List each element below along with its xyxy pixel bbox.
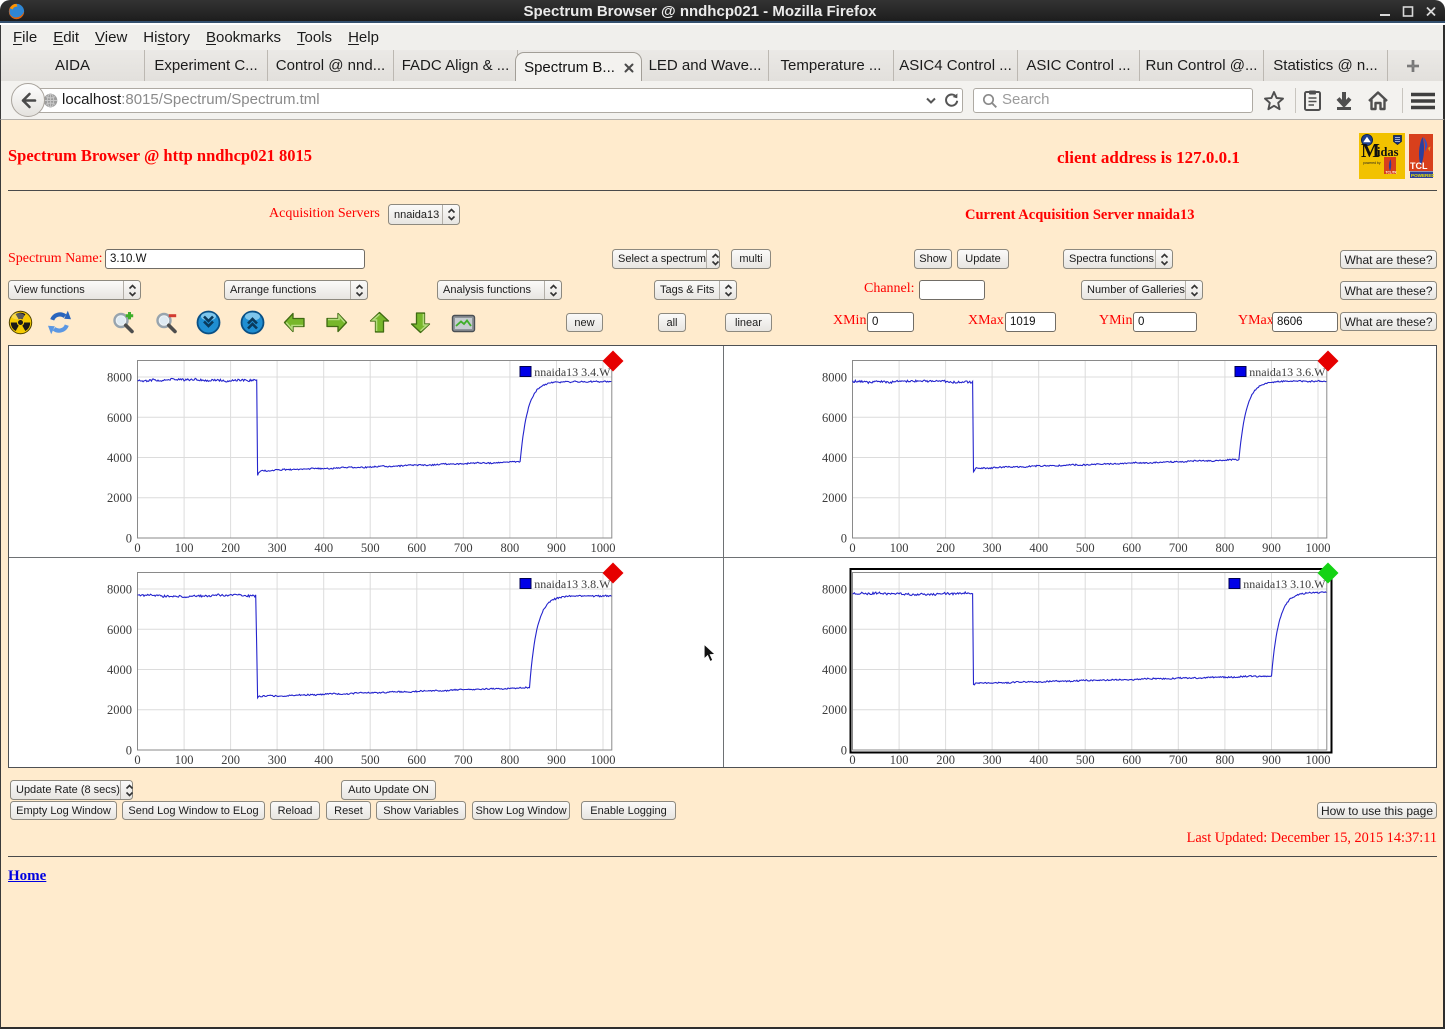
svg-text:300: 300 bbox=[268, 541, 287, 555]
svg-text:8000: 8000 bbox=[107, 371, 132, 385]
svg-text:500: 500 bbox=[361, 753, 380, 767]
svg-text:600: 600 bbox=[1122, 753, 1141, 767]
svg-text:500: 500 bbox=[1076, 541, 1095, 555]
svg-text:4000: 4000 bbox=[822, 663, 847, 677]
svg-text:4000: 4000 bbox=[107, 451, 132, 465]
svg-text:6000: 6000 bbox=[107, 623, 132, 637]
svg-text:600: 600 bbox=[407, 541, 426, 555]
svg-text:0: 0 bbox=[849, 753, 855, 767]
svg-text:nnaida13 3.4.W: nnaida13 3.4.W bbox=[534, 365, 611, 379]
svg-text:powered by: powered by bbox=[1363, 161, 1381, 165]
svg-text:1000: 1000 bbox=[591, 753, 616, 767]
svg-text:700: 700 bbox=[1169, 753, 1188, 767]
svg-text:100: 100 bbox=[890, 753, 909, 767]
svg-text:8000: 8000 bbox=[822, 371, 847, 385]
svg-text:800: 800 bbox=[501, 541, 520, 555]
svg-text:500: 500 bbox=[1076, 753, 1095, 767]
svg-text:200: 200 bbox=[936, 541, 955, 555]
svg-text:100: 100 bbox=[175, 541, 194, 555]
svg-text:6000: 6000 bbox=[822, 623, 847, 637]
svg-text:0: 0 bbox=[134, 753, 140, 767]
svg-text:2000: 2000 bbox=[107, 703, 132, 717]
svg-text:700: 700 bbox=[454, 753, 473, 767]
svg-text:800: 800 bbox=[1216, 541, 1235, 555]
svg-text:900: 900 bbox=[1262, 541, 1281, 555]
svg-text:500: 500 bbox=[361, 541, 380, 555]
svg-text:0: 0 bbox=[126, 744, 132, 758]
svg-text:4000: 4000 bbox=[107, 663, 132, 677]
svg-text:200: 200 bbox=[221, 541, 240, 555]
svg-text:nnaida13 3.10.W: nnaida13 3.10.W bbox=[1243, 577, 1326, 591]
svg-text:0: 0 bbox=[849, 541, 855, 555]
svg-text:4000: 4000 bbox=[822, 451, 847, 465]
svg-text:0: 0 bbox=[841, 744, 847, 758]
svg-text:300: 300 bbox=[983, 753, 1002, 767]
svg-text:nnaida13 3.6.W: nnaida13 3.6.W bbox=[1249, 365, 1326, 379]
svg-text:2000: 2000 bbox=[822, 703, 847, 717]
svg-text:100: 100 bbox=[175, 753, 194, 767]
svg-text:1000: 1000 bbox=[1306, 753, 1331, 767]
svg-text:POWERED: POWERED bbox=[1411, 173, 1434, 178]
svg-text:400: 400 bbox=[1029, 541, 1048, 555]
svg-text:600: 600 bbox=[1122, 541, 1141, 555]
svg-text:800: 800 bbox=[1216, 753, 1235, 767]
svg-text:300: 300 bbox=[983, 541, 1002, 555]
svg-text:nnaida13 3.8.W: nnaida13 3.8.W bbox=[534, 577, 611, 591]
svg-text:6000: 6000 bbox=[107, 411, 132, 425]
svg-text:0: 0 bbox=[134, 541, 140, 555]
svg-text:800: 800 bbox=[501, 753, 520, 767]
svg-text:1000: 1000 bbox=[591, 541, 616, 555]
svg-text:900: 900 bbox=[1262, 753, 1281, 767]
svg-text:idas: idas bbox=[1377, 145, 1399, 159]
svg-text:8000: 8000 bbox=[107, 583, 132, 597]
svg-text:0: 0 bbox=[841, 532, 847, 546]
svg-text:TCL/TK: TCL/TK bbox=[1386, 171, 1398, 175]
svg-text:700: 700 bbox=[454, 541, 473, 555]
svg-text:400: 400 bbox=[314, 541, 333, 555]
svg-text:TCL: TCL bbox=[1410, 161, 1428, 171]
svg-text:200: 200 bbox=[221, 753, 240, 767]
svg-text:400: 400 bbox=[314, 753, 333, 767]
svg-text:200: 200 bbox=[936, 753, 955, 767]
svg-text:900: 900 bbox=[547, 541, 566, 555]
svg-text:6000: 6000 bbox=[822, 411, 847, 425]
svg-text:0: 0 bbox=[126, 532, 132, 546]
svg-text:8000: 8000 bbox=[822, 583, 847, 597]
svg-text:400: 400 bbox=[1029, 753, 1048, 767]
svg-text:1000: 1000 bbox=[1306, 541, 1331, 555]
svg-text:700: 700 bbox=[1169, 541, 1188, 555]
svg-text:300: 300 bbox=[268, 753, 287, 767]
svg-text:2000: 2000 bbox=[107, 491, 132, 505]
svg-text:2000: 2000 bbox=[822, 491, 847, 505]
svg-text:900: 900 bbox=[547, 753, 566, 767]
svg-text:600: 600 bbox=[407, 753, 426, 767]
svg-text:100: 100 bbox=[890, 541, 909, 555]
